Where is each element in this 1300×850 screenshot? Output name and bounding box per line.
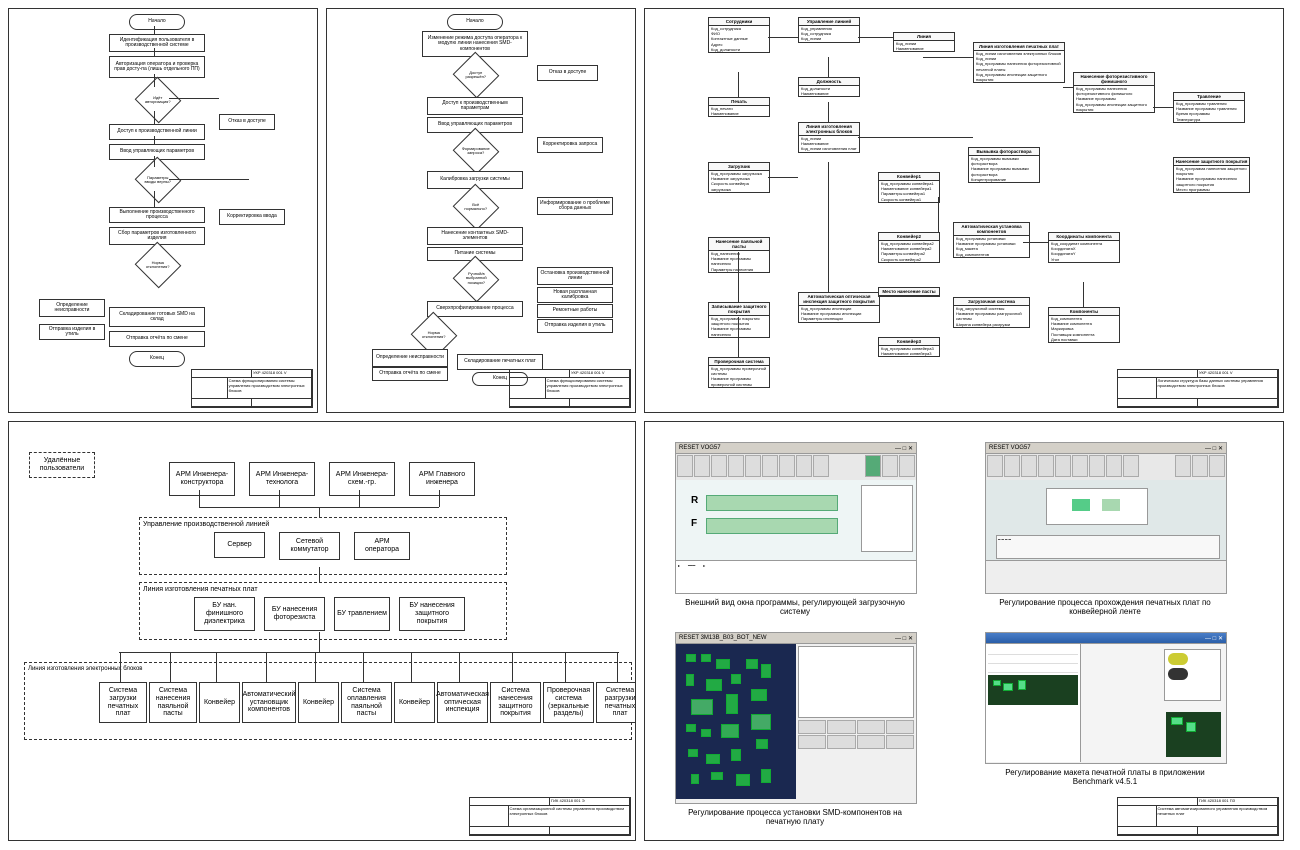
screenshot-4: — □ ✕ Регули	[985, 632, 1227, 786]
process: Определение неисправности	[39, 299, 105, 317]
decision: Всё нормально?	[453, 184, 500, 231]
decision: Ручной/в выбранной позиции?	[453, 256, 500, 303]
box: АРМ Главного инженера	[409, 462, 475, 496]
entity: Нанесение паяльной пастыКод_нанесенияНаз…	[708, 237, 770, 273]
entity: Автоматическая оптическая инспекция защи…	[798, 292, 880, 323]
box: Проверочная система (зеркальные разделы)	[543, 682, 594, 723]
box: Удалённые пользователи	[29, 452, 95, 478]
box: Конвейер	[199, 682, 240, 723]
process: Отправка отчёта по смене	[109, 331, 205, 347]
process: Складирование готовых SMD на склад	[109, 307, 205, 327]
caption: Регулирование процесса прохождения печат…	[985, 598, 1225, 616]
caption: Регулирование процесса установки SMD-ком…	[675, 808, 915, 826]
box: Система нанесения паяльной пасты	[149, 682, 197, 723]
entity: Координаты компонентаКод_координат компо…	[1048, 232, 1120, 263]
box: Сервер	[214, 532, 265, 558]
decision: Идёт авторизация?	[135, 77, 182, 124]
decision: Формирование запроса?	[453, 128, 500, 175]
entity: Нанесение фоторезистивного финишногоКод_…	[1073, 72, 1155, 113]
entity: Линия изготовления печатных платКод_лини…	[973, 42, 1065, 83]
entity: Управление линиейКод_управленияКод_сотру…	[798, 17, 860, 43]
screenshot-1: RESET VOG57— □ ✕ R F ▸━━━▸ Внешний вид о…	[675, 442, 917, 616]
entity: Конвейер2Код_программы конвейера2Наимено…	[878, 232, 940, 263]
process: Авторизация оператора и проверка прав до…	[109, 56, 205, 78]
process: Остановка производственной линии	[537, 267, 613, 285]
caption: Регулирование макета печатной платы в пр…	[985, 768, 1225, 786]
process: Корректировка запроса	[537, 137, 603, 153]
entity: Записывание защитного покрытияКод_програ…	[708, 302, 770, 338]
terminator-start: Начало	[447, 14, 503, 30]
screenshot-2: RESET VOG57— □ ✕ ━ ━ ━ ━ Регулирование п…	[985, 442, 1227, 616]
process: Отправка отчёта по смене	[372, 367, 448, 381]
process: Отказ в доступе	[219, 114, 275, 130]
process: Ремонтные работы	[537, 304, 613, 318]
caption: Внешний вид окна программы, регулирующей…	[675, 598, 915, 616]
decision: Норма отклонения?	[135, 242, 182, 289]
box: БУ травлением	[334, 597, 390, 631]
process: Сверхпрофилирование процесса	[427, 301, 523, 317]
entity: ТравлениеКод_программы травленияНазвание…	[1173, 92, 1245, 123]
entity: СотрудникиКод_сотрудникаФИОКонтактные да…	[708, 17, 770, 53]
entity: Линия изготовления электронных блоковКод…	[798, 122, 860, 153]
box: Сетевой коммутатор	[279, 532, 340, 560]
terminator-start: Начало	[129, 14, 185, 30]
box: БУ нан. финишного диэлектрика	[194, 597, 255, 631]
box: АРМ оператора	[354, 532, 410, 560]
title-block: УКР 420318 001 V Логическая структура ба…	[1117, 369, 1279, 408]
box: АРМ Инженера-технолога	[249, 462, 315, 496]
process: Нанесение контактных SMD-элементов	[427, 227, 523, 245]
decision: Параметры вводы верны?	[135, 157, 182, 204]
sheet-architecture: Удалённые пользователи АРМ Инженера-конс…	[8, 421, 636, 841]
box: Система оплавления паяльной пасты	[341, 682, 392, 723]
process: Новая распланная калибровка	[537, 287, 613, 303]
title-block: ГИК 420318 001 Э Схема организационной с…	[469, 797, 631, 836]
process: Определение неисправности	[372, 349, 448, 367]
decision: Доступ разрешён?	[453, 52, 500, 99]
sheet-erd: СотрудникиКод_сотрудникаФИОКонтактные да…	[644, 8, 1284, 413]
box: АРМ Инженера-конструктора	[169, 462, 235, 496]
entity: ПечатьКод_печатиНаименование	[708, 97, 770, 117]
box: Система нанесения защитного покрытия	[490, 682, 541, 723]
entity: Загрузочная системаКод_загрузочной систе…	[953, 297, 1030, 328]
title-block: ГИК 420318 001 ПЗ Система автоматизирова…	[1117, 797, 1279, 836]
entity: КомпонентыКод_компонентаНазвание компоне…	[1048, 307, 1120, 343]
box: Автоматическая оптическая инспекция	[437, 682, 488, 723]
box: Система загрузки печатных плат	[99, 682, 147, 723]
sheet-flowchart-2: Начало Изменение режима доступа оператор…	[326, 8, 636, 413]
sheet-screenshots: RESET VOG57— □ ✕ R F ▸━━━▸ Внешний вид о…	[644, 421, 1284, 841]
box: Система разгрузки печатных плат	[596, 682, 636, 723]
entity: ЗагрузчикКод_программы загрузчикаНазвани…	[708, 162, 770, 193]
process: Отправка изделия в утиль	[39, 324, 105, 340]
process: Идентификация пользователя в производств…	[109, 34, 205, 52]
box: БУ нанесения защитного покрытия	[399, 597, 465, 631]
terminator-end: Конец	[129, 351, 185, 367]
sheet-flowchart-1: Начало Идентификация пользователя в прои…	[8, 8, 318, 413]
box: Конвейер	[298, 682, 339, 723]
title-block: УКР 420318 001 V Схема функционирования …	[509, 369, 631, 408]
process: Выполнение производственного процесса	[109, 207, 205, 223]
process: Доступ к производственным параметрам	[427, 97, 523, 115]
box: АРМ Инженера-схем.-гр.	[329, 462, 395, 496]
screenshot-3: RESET 3M13B_B03_BOT_NEW— □ ✕	[675, 632, 917, 826]
entity: Место нанесение пасты	[878, 287, 940, 297]
entity: ДолжностьКод_должностиНаименование	[798, 77, 860, 97]
box: Конвейер	[394, 682, 435, 723]
entity: Проверочная системаКод_программы проверо…	[708, 357, 770, 388]
entity: Автоматическая установка компонентовКод_…	[953, 222, 1030, 258]
entity: Вымывка фотораствораКод_программы вымывк…	[968, 147, 1040, 183]
box: Автоматический установщик компонентов	[242, 682, 296, 723]
process: Отправка изделия в утиль	[537, 319, 613, 333]
process: Отказ в доступе	[537, 65, 598, 81]
title-block: УКР 420318 001 V Схема функционирования …	[191, 369, 313, 408]
process: Доступ к производственной линии	[109, 124, 205, 140]
process: Складирование печатных плат	[457, 354, 543, 370]
box: БУ нанесения фоторезиста	[264, 597, 325, 631]
entity: Конвейер3Код_программы конвейера3Наимено…	[878, 337, 940, 357]
process: Корректировка ввода	[219, 209, 285, 225]
entity: ЛинияКод_линииНаименование	[893, 32, 955, 52]
entity: Нанесение защитного покрытияКод_программ…	[1173, 157, 1250, 193]
process: Информирование о проблеме сбора данных	[537, 197, 613, 215]
entity: Конвейер1Код_программы конвейера1Наимено…	[878, 172, 940, 203]
